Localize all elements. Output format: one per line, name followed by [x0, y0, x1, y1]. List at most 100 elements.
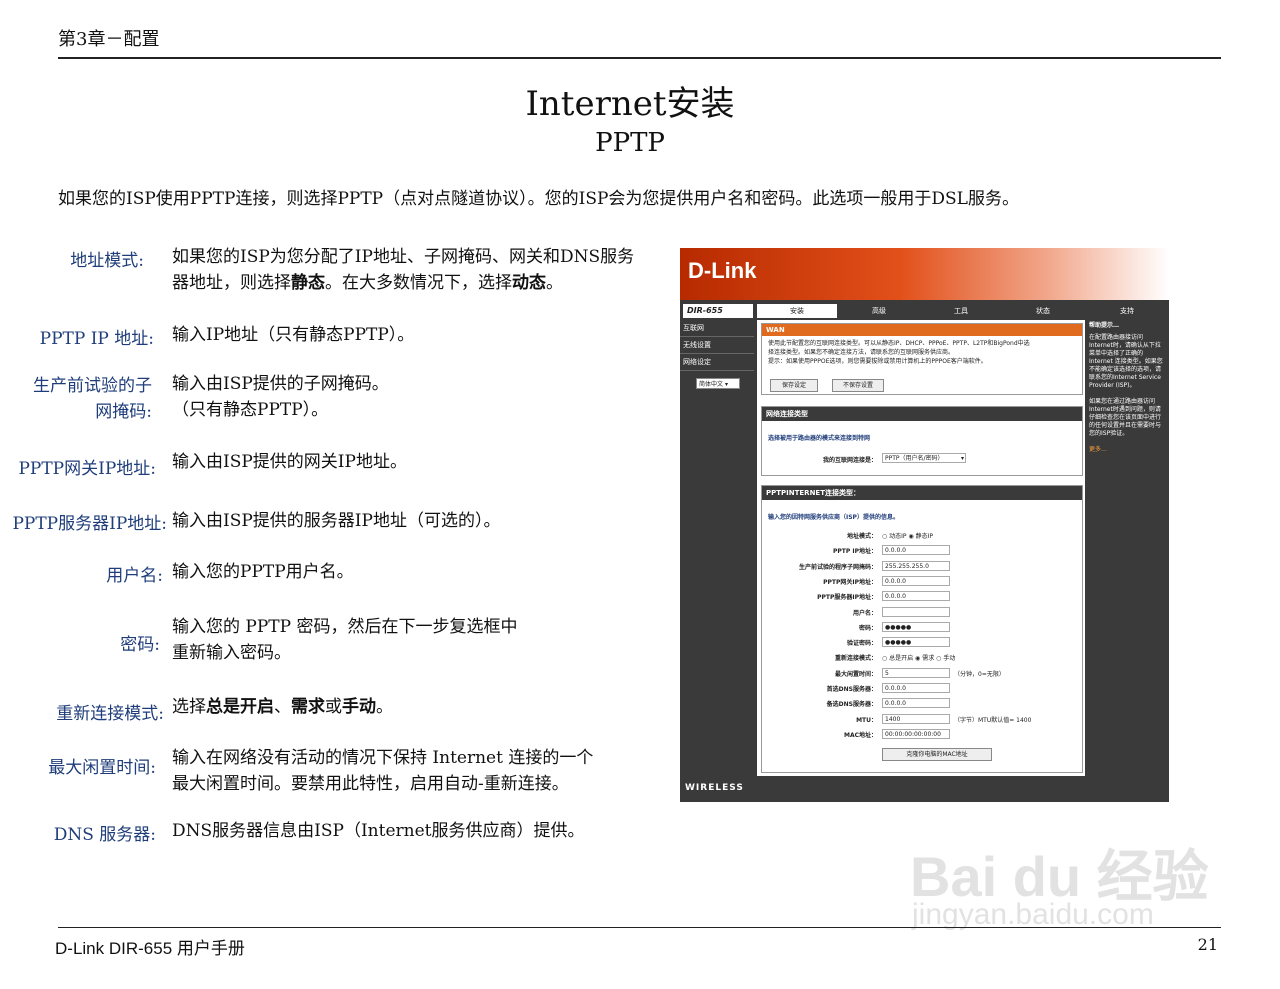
wan-box: WAN 使用此节配置您的互联网连接类型。可以从静态IP、DHCP、PPPoE、P…	[761, 323, 1083, 395]
pptp-row-label: 地址模式：	[846, 533, 877, 540]
router-screenshot: D-Link DIR-655 安装 高级 工具 状态 支持 互联网 无线设置 网…	[680, 248, 1169, 802]
help-title: 帮助提示…	[1089, 322, 1120, 329]
pptp-row-input[interactable]: 0.0.0.0	[882, 591, 950, 602]
pptp-row: PPTP服务器IP地址： 0.0.0.0	[762, 591, 1082, 603]
help-p1: 在配置路由器接访问Internet时，请确认从下拉菜单中选择了正确的Intern…	[1089, 334, 1163, 389]
pptp-row-label: 生产前试验的程序子网掩码：	[798, 563, 877, 571]
page-number: 21	[1197, 935, 1218, 954]
label-pptp-ip: PPTP IP 地址:	[39, 329, 154, 349]
label-reconnect: 重新连接模式:	[56, 704, 164, 724]
pptp-row-note: （字节）MTU默认值= 1400	[954, 716, 1032, 724]
tab-status[interactable]: 状态	[1003, 304, 1083, 318]
label-dns: DNS 服务器:	[53, 825, 156, 845]
pptp-row-input[interactable]: ●●●●●	[882, 637, 950, 648]
desc-dns: DNS服务器信息由ISP（Internet服务供应商）提供。	[172, 821, 585, 841]
router-banner: D-Link	[680, 248, 1169, 300]
tab-setup[interactable]: 安装	[757, 304, 837, 318]
pptp-row: MTU： 1400 （字节）MTU默认值= 1400	[762, 713, 1082, 726]
sidebar-item-internet[interactable]: 互联网	[680, 320, 754, 337]
wan-text: 使用此节配置您的互联网连接类型。可以从静态IP、DHCP、PPPoE、PPTP、…	[768, 340, 1030, 365]
chapter-header: 第3章－配置	[58, 29, 160, 50]
pptp-row-note: （分钟，0=无限）	[954, 670, 1005, 678]
label-password: 密码:	[120, 635, 160, 655]
chevron-down-icon: ▾	[724, 381, 728, 388]
desc-gateway: 输入由ISP提供的网关IP地址。	[172, 452, 407, 472]
label-server: PPTP服务器IP地址:	[12, 514, 167, 534]
desc-username: 输入您的PPTP用户名。	[172, 562, 354, 582]
wan-title: WAN	[762, 324, 1082, 336]
pptp-row-input[interactable]: ●●●●●	[882, 621, 950, 632]
router-model: DIR-655	[683, 304, 753, 318]
wireless-logo: WIRELESS	[685, 783, 744, 793]
desc-password: 输入您的 PPTP 密码，然后在下一步复选框中 重新输入密码。	[172, 617, 518, 663]
label-address-mode: 地址模式:	[70, 251, 144, 271]
help-more-link[interactable]: 更多…	[1089, 446, 1165, 454]
save-settings-button[interactable]: 保存设定	[770, 379, 818, 392]
help-p2: 如果您在通过路由器访问Internet时遇到问题，则请仔细检查您在该页面中进行的…	[1089, 398, 1162, 437]
pptp-row-input[interactable]: 0.0.0.0	[882, 545, 950, 556]
label-username: 用户名:	[106, 566, 163, 586]
pptp-row-label: 密码：	[858, 624, 877, 632]
pptp-row: 最大闲置时间： 5 （分钟，0=无限）	[762, 667, 1082, 680]
dont-save-button[interactable]: 不保存设置	[832, 379, 884, 392]
header-rule	[58, 57, 1221, 59]
pptp-row-label: 备选DNS服务器：	[826, 701, 877, 709]
tab-support[interactable]: 支持	[1085, 304, 1169, 318]
desc-server: 输入由ISP提供的服务器IP地址（可选的）。	[172, 511, 501, 531]
pptp-row-input[interactable]: 5	[882, 667, 950, 678]
conn-type-desc: 选择被用于路由器的模式来连接到特网	[768, 435, 871, 442]
pptp-row: PPTP网关IP地址： 0.0.0.0	[762, 575, 1082, 588]
pptp-row-input[interactable]: 0.0.0.0	[882, 575, 950, 586]
sidebar-item-network[interactable]: 网络设定	[680, 354, 754, 371]
pptp-box: PPTPINTERNET连接类型： 输入您的因特网服务供应商（ISP）提供的信息…	[761, 485, 1083, 773]
label-subnet: 生产前试验的子 网掩码:	[33, 376, 152, 422]
pptp-row-input[interactable]: 255.255.255.0	[882, 560, 950, 571]
pptp-row-radio[interactable]: ○ 动态IP ◉ 静态IP	[882, 531, 933, 540]
conn-type-box: 网络连接类型 选择被用于路由器的模式来连接到特网 我的互联网连接是： PPTP（…	[761, 406, 1083, 476]
pptp-row-label: 首选DNS服务器：	[826, 686, 877, 693]
page-subtitle: PPTP	[595, 128, 665, 158]
pptp-row-input[interactable]: 0.0.0.0	[882, 698, 950, 709]
dlink-logo: D-Link	[688, 258, 757, 283]
page-title: Internet安装	[525, 84, 735, 124]
pptp-row-label: PPTP IP地址：	[832, 548, 877, 556]
conn-type-key: 我的互联网连接是：	[822, 457, 877, 464]
tab-tools[interactable]: 工具	[921, 304, 1001, 318]
pptp-row: PPTP IP地址： 0.0.0.0	[762, 545, 1082, 557]
router-tabs: 安装 高级 工具 状态 支持	[757, 304, 1169, 318]
pptp-row-label: 最大闲置时间：	[834, 670, 877, 678]
sidebar-item-wireless[interactable]: 无线设置	[680, 337, 754, 354]
pptp-row: 备选DNS服务器： 0.0.0.0	[762, 698, 1082, 710]
pptp-row: 验证密码： ●●●●●	[762, 637, 1082, 649]
baidu-watermark: Bai du 经验 jingyan.baidu.com	[910, 800, 1210, 940]
pptp-row-label: MAC地址：	[843, 731, 877, 739]
label-gateway: PPTP网关IP地址:	[18, 459, 156, 479]
pptp-row-input[interactable]: 00:00:00:00:00:00	[882, 728, 950, 739]
desc-subnet: 输入由ISP提供的子网掩码。 （只有静态PPTP）。	[172, 374, 389, 420]
desc-pptp-ip: 输入IP地址（只有静态PPTP）。	[172, 325, 415, 345]
chevron-down-icon: ▾	[960, 455, 964, 462]
pptp-row-input[interactable]	[882, 606, 950, 617]
pptp-row: MAC地址： 00:00:00:00:00:00	[762, 728, 1082, 741]
intro-paragraph: 如果您的ISP使用PPTP连接，则选择PPTP（点对点隧道协议）。您的ISP会为…	[58, 189, 1019, 209]
conn-type-select[interactable]: PPTP（用户名/密码） ▾	[882, 453, 966, 463]
pptp-row-input[interactable]: 1400	[882, 713, 950, 724]
language-select[interactable]: 简体中文 ▾	[696, 378, 740, 389]
help-panel: 帮助提示… 在配置路由器接访问Internet时，请确认从下拉菜单中选择了正确的…	[1085, 320, 1169, 776]
pptp-row-radio[interactable]: ○ 总是开启 ◉ 需求 ○ 手动	[882, 653, 955, 662]
clone-mac-button[interactable]: 克隆你电脑的MAC地址	[882, 748, 992, 761]
pptp-row-label: 验证密码：	[846, 640, 877, 648]
pptp-row: 重新连接模式： ○ 总是开启 ◉ 需求 ○ 手动	[762, 652, 1082, 664]
conn-type-title: 网络连接类型	[762, 407, 1082, 421]
pptp-row-input[interactable]: 0.0.0.0	[882, 683, 950, 693]
router-main: WAN 使用此节配置您的互联网连接类型。可以从静态IP、DHCP、PPPoE、P…	[757, 320, 1085, 776]
pptp-row: 密码： ●●●●●	[762, 621, 1082, 634]
desc-idle: 输入在网络没有活动的情况下保持 Internet 连接的一个 最大闲置时间。要禁用…	[172, 748, 594, 794]
pptp-row: 用户名：	[762, 606, 1082, 619]
desc-address-mode: 如果您的ISP为您分配了IP地址、子网掩码、网关和DNS服务 器地址，则选择静态…	[172, 247, 635, 293]
label-idle: 最大闲置时间:	[48, 758, 156, 778]
footer-manual-title: D-Link DIR-655 用户手册	[55, 939, 245, 958]
pptp-row: 首选DNS服务器： 0.0.0.0	[762, 683, 1082, 695]
tab-advanced[interactable]: 高级	[839, 304, 919, 318]
pptp-row: 生产前试验的程序子网掩码： 255.255.255.0	[762, 560, 1082, 573]
